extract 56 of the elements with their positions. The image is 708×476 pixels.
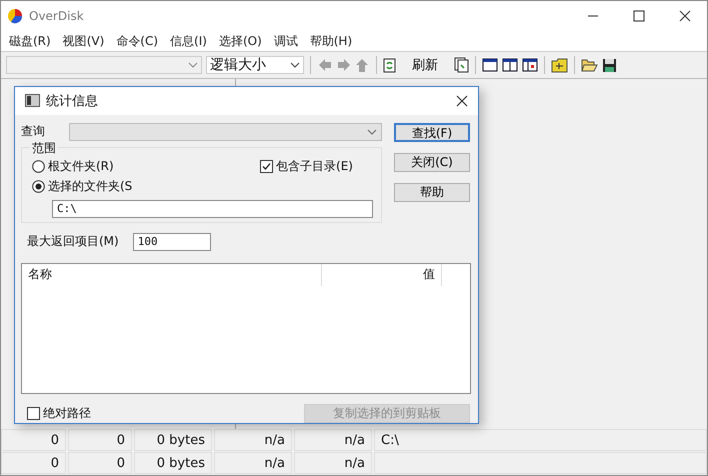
status-cell: 0 (1, 452, 66, 474)
folder-field[interactable]: C:\ (52, 200, 373, 218)
menu-item[interactable]: 帮助(H) (310, 32, 352, 50)
query-label: 查询 (21, 123, 46, 140)
dialog-title: 统计信息 (46, 92, 98, 110)
app-logo-icon (7, 8, 23, 24)
window-title: OverDisk (29, 9, 84, 23)
menu-item[interactable]: 视图(V) (62, 32, 104, 50)
status-cell: n/a (294, 429, 372, 451)
status-cell: 0 (68, 452, 132, 474)
radio-label: 选择的文件夹(S (48, 178, 132, 195)
dialog-button[interactable]: 查找(F) (394, 122, 470, 142)
panel-layout-icon[interactable] (522, 58, 538, 72)
close-icon[interactable] (679, 10, 691, 22)
menu-item[interactable]: 调试 (274, 32, 298, 50)
checkbox[interactable] (27, 407, 40, 420)
checkbox[interactable] (260, 160, 274, 173)
chevron-down-icon (367, 128, 377, 135)
column-header[interactable]: 值 (322, 264, 442, 286)
max-items-label: 最大返回项目(M) (27, 233, 119, 250)
dialog-icon (25, 94, 40, 108)
column-header[interactable]: 名称 (22, 264, 322, 286)
radio-label: 根文件夹(R) (48, 158, 114, 175)
status-cell: n/a (214, 452, 292, 474)
radio-button[interactable] (32, 180, 45, 193)
chevron-down-icon (290, 62, 300, 68)
status-cell: C:\ (374, 429, 707, 451)
status-cell: 0 bytes (134, 429, 212, 451)
close-icon[interactable] (456, 94, 468, 107)
folder-icon[interactable] (551, 58, 568, 72)
copy-document-icon[interactable] (454, 57, 469, 73)
split-layout-icon[interactable] (502, 58, 518, 72)
status-cell: n/a (214, 429, 292, 451)
menu-item[interactable]: 信息(I) (170, 32, 207, 50)
group-title: 范围 (30, 140, 58, 157)
chevron-down-icon (188, 62, 198, 68)
status-cell: n/a (294, 452, 372, 474)
radio-button[interactable] (32, 160, 45, 173)
status-cell: 0 (1, 429, 66, 451)
dialog-button[interactable]: 帮助 (394, 182, 470, 202)
status-cell: 0 (68, 429, 132, 451)
refresh-icon[interactable] (383, 58, 396, 72)
menu-item[interactable]: 磁盘(R) (9, 32, 51, 50)
status-cell: 0 bytes (134, 452, 212, 474)
menu-item[interactable]: 命令(C) (116, 32, 158, 50)
dialog-button[interactable]: 关闭(C) (394, 152, 470, 172)
max-items-field[interactable]: 100 (132, 232, 211, 251)
size-combo[interactable]: 逻辑大小 (206, 56, 304, 74)
refresh-button[interactable]: 刷新 (400, 56, 450, 74)
maximize-icon[interactable] (633, 10, 645, 22)
menu-item[interactable]: 选择(O) (218, 32, 262, 50)
checkbox-label: 包含子目录(E) (276, 158, 353, 175)
checkbox-label: 绝对路径 (43, 405, 91, 422)
open-folder-icon[interactable] (581, 58, 598, 72)
save-icon[interactable] (602, 58, 617, 72)
window-layout-icon[interactable] (482, 58, 498, 72)
